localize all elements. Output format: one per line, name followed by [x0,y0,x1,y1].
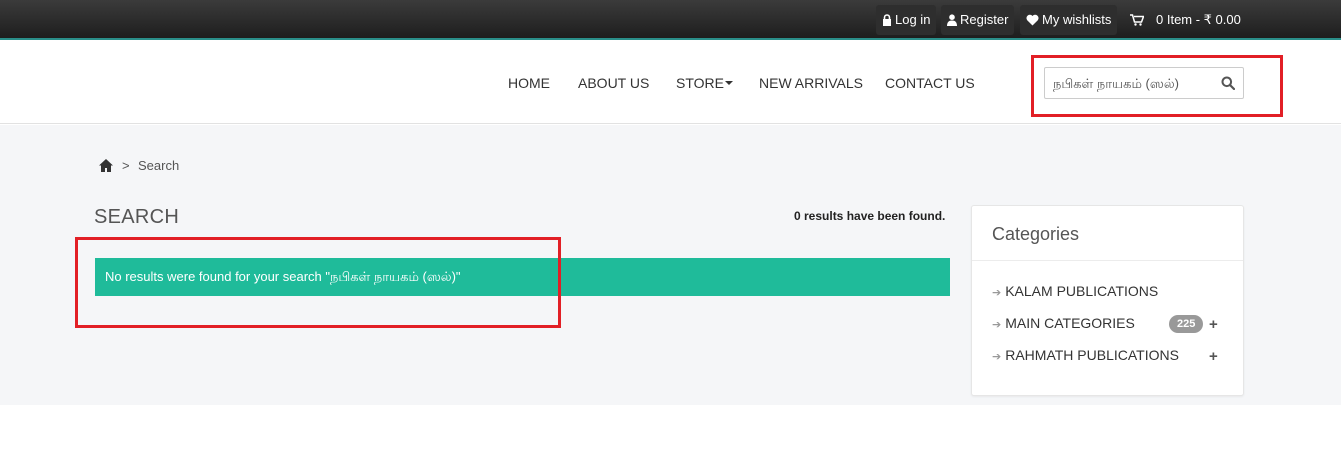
nav-new-arrivals[interactable]: NEW ARRIVALS [759,75,863,91]
cart-icon [1130,14,1145,26]
category-label: MAIN CATEGORIES [1005,315,1135,331]
categories-panel: Categories ➔ KALAM PUBLICATIONS ➔ MAIN CAT… [971,205,1244,396]
count-badge: 225 [1169,315,1204,333]
category-label: KALAM PUBLICATIONS [1005,283,1159,299]
cart-summary: 0 Item - ₹ 0.00 [1156,12,1241,27]
breadcrumb-current: Search [138,158,180,173]
nav-home[interactable]: HOME [508,75,550,91]
divider [972,260,1243,261]
login-button[interactable]: Log in [876,5,937,35]
top-bar: Log in Register My wishlists 0 Item - ₹ … [0,0,1341,40]
register-label: Register [960,12,1009,27]
user-icon [947,14,957,26]
categories-title: Categories [992,224,1080,244]
highlight-box-alert [75,237,561,328]
nav-store-label: STORE [676,75,724,91]
highlight-box-search [1031,55,1283,117]
expand-plus-icon[interactable]: + [1209,348,1218,365]
home-icon[interactable] [98,158,114,172]
lock-icon [883,14,891,26]
login-label: Log in [895,12,931,27]
category-kalam-publications[interactable]: ➔ KALAM PUBLICATIONS [992,283,1158,299]
expand-plus-icon[interactable]: + [1209,316,1218,333]
register-button[interactable]: Register [941,5,1015,35]
category-label: RAHMATH PUBLICATIONS [1005,347,1179,363]
arrow-right-icon: ➔ [992,351,1002,363]
arrow-right-icon: ➔ [992,319,1002,331]
caret-down-icon [724,81,733,85]
cart-button[interactable]: 0 Item - ₹ 0.00 [1130,5,1241,35]
nav-about-us[interactable]: ABOUT US [578,75,649,91]
results-count: 0 results have been found. [794,209,946,223]
wishlist-button[interactable]: My wishlists [1020,5,1118,35]
category-rahmath-publications[interactable]: ➔ RAHMATH PUBLICATIONS [992,347,1179,363]
page-title: SEARCH [94,206,180,228]
wishlist-label: My wishlists [1042,12,1112,27]
heart-icon [1026,14,1039,26]
breadcrumb-separator: > [122,158,130,173]
category-main-categories[interactable]: ➔ MAIN CATEGORIES [992,315,1135,331]
arrow-right-icon: ➔ [992,287,1002,299]
nav-store[interactable]: STORE [676,75,733,91]
nav-contact-us[interactable]: CONTACT US [885,75,975,91]
